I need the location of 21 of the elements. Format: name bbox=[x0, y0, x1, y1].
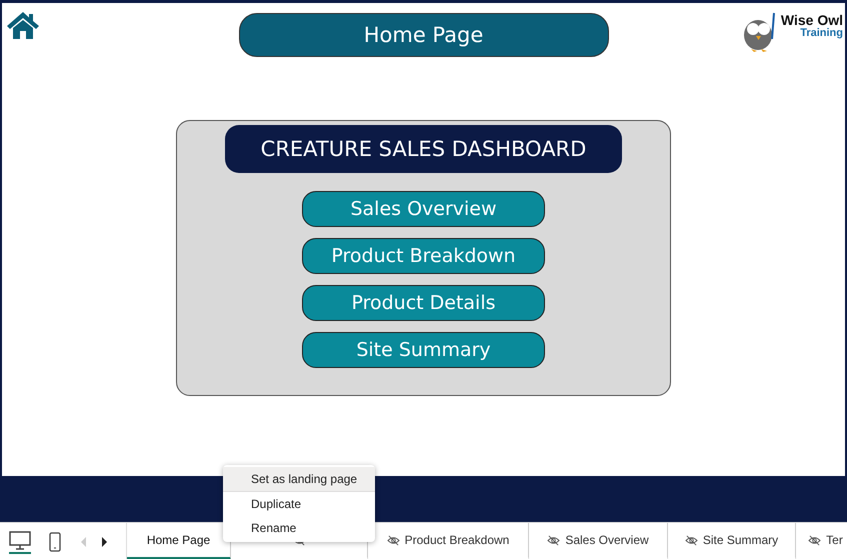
navigation-button[interactable]: Sales Overview bbox=[302, 191, 545, 227]
navigation-button[interactable]: Site Summary bbox=[302, 332, 545, 368]
navigation-button[interactable]: Product Details bbox=[302, 285, 545, 321]
dashboard-title: CREATURE SALES DASHBOARD bbox=[225, 125, 622, 173]
phone-icon[interactable] bbox=[49, 532, 61, 552]
page-tab[interactable]: Sales Overview bbox=[529, 523, 668, 559]
hidden-eye-icon bbox=[547, 534, 560, 546]
home-icon[interactable] bbox=[6, 11, 40, 39]
hidden-eye-icon bbox=[386, 534, 400, 546]
hidden-eye-icon bbox=[684, 534, 698, 546]
desktop-icon[interactable] bbox=[9, 530, 31, 554]
page-title: Home Page bbox=[238, 13, 608, 57]
page-tab[interactable]: Ter bbox=[796, 523, 847, 559]
menu-item[interactable]: Duplicate bbox=[223, 492, 375, 516]
page-tab[interactable]: Site Summary bbox=[668, 523, 796, 559]
logo-subtitle: Training bbox=[800, 28, 843, 40]
navigation-button[interactable]: Product Breakdown bbox=[302, 238, 545, 274]
logo-title: Wise Owl bbox=[780, 13, 843, 28]
scroll-right-icon[interactable] bbox=[101, 536, 107, 546]
hidden-eye-icon bbox=[808, 534, 822, 546]
menu-item[interactable]: Set as landing page bbox=[223, 467, 375, 492]
